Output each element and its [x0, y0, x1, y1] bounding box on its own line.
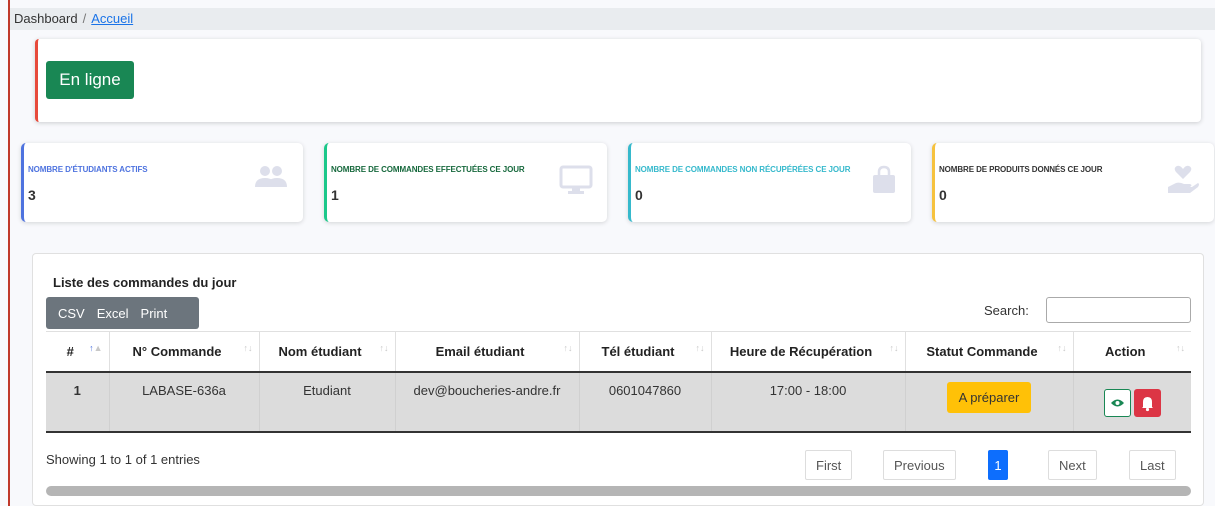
sort-icon: ↑↓	[1176, 343, 1185, 353]
stat-value: 0	[635, 187, 643, 203]
stat-value: 1	[331, 187, 339, 203]
table-info: Showing 1 to 1 of 1 entries	[46, 452, 200, 467]
pagination-first-button[interactable]: First	[805, 450, 853, 480]
stat-value: 3	[28, 187, 36, 203]
cell-email: dev@boucheries-andre.fr	[394, 371, 579, 433]
panel-title: Liste des commandes du jour	[53, 275, 237, 290]
sort-icon: ↑↓	[695, 343, 705, 353]
stat-label: NOMBRE DE PRODUITS DONNÉS CE JOUR	[939, 165, 1103, 174]
column-header-index[interactable]: # ↑▲	[46, 331, 109, 373]
orders-panel: Liste des commandes du jour CSV Excel Pr…	[32, 253, 1204, 506]
sort-icon: ↑↓	[243, 343, 253, 353]
pagination-previous-button[interactable]: Previous	[883, 450, 956, 480]
search-input[interactable]	[1046, 297, 1191, 323]
cell-order-status: A préparer	[904, 371, 1073, 433]
sort-icon: ↑↓	[889, 343, 899, 353]
print-button[interactable]: Print	[129, 297, 168, 329]
csv-export-button[interactable]: CSV	[46, 297, 85, 329]
column-header-order-number[interactable]: N° Commande ↑↓	[108, 331, 259, 373]
cell-student-name: Etudiant	[258, 371, 395, 433]
shopping-bag-icon	[871, 165, 897, 198]
table-row: 1 LABASE-636a Etudiant dev@boucheries-an…	[46, 371, 1191, 433]
eye-icon	[1110, 399, 1124, 406]
excel-export-button[interactable]: Excel	[85, 297, 129, 329]
status-badge[interactable]: A préparer	[946, 381, 1032, 413]
cell-index: 1	[46, 371, 109, 433]
stat-card-orders-today: NOMBRE DE COMMANDES EFFECTUÉES CE JOUR 1	[324, 143, 607, 222]
stat-card-unpicked-orders: NOMBRE DE COMMANDES NON RÉCUPÉRÉES CE JO…	[628, 143, 911, 222]
stat-label: NOMBRE DE COMMANDES EFFECTUÉES CE JOUR	[331, 165, 525, 174]
view-order-button[interactable]	[1103, 388, 1131, 417]
column-header-pickup-time[interactable]: Heure de Récupération ↑↓	[710, 331, 905, 373]
cell-pickup-time: 17:00 - 18:00	[710, 371, 905, 433]
cell-phone: 0601047860	[578, 371, 711, 433]
orders-table: # ↑▲ N° Commande ↑↓ Nom étudiant ↑↓ Email é…	[46, 331, 1191, 433]
export-button-group: CSV Excel Print	[46, 297, 199, 329]
bell-icon	[1141, 396, 1153, 411]
column-header-phone[interactable]: Tél étudiant ↑↓	[578, 331, 711, 373]
breadcrumb-root: Dashboard	[14, 11, 78, 26]
column-header-order-status[interactable]: Statut Commande ↑↓	[904, 331, 1073, 373]
stat-card-active-students: NOMBRE D'ÉTUDIANTS ACTIFS 3	[21, 143, 303, 222]
sort-icon: ↑↓	[563, 343, 573, 353]
pagination-last-button[interactable]: Last	[1129, 450, 1176, 480]
horizontal-scrollbar[interactable]	[46, 486, 1191, 496]
table-header-row: # ↑▲ N° Commande ↑↓ Nom étudiant ↑↓ Email é…	[46, 331, 1191, 373]
sort-asc-icon: ↑▲	[89, 343, 103, 353]
column-header-email[interactable]: Email étudiant ↑↓	[394, 331, 579, 373]
users-icon	[253, 165, 289, 192]
sort-icon: ↑↓	[379, 343, 389, 353]
left-accent-rule	[8, 0, 10, 506]
status-card: En ligne	[35, 39, 1201, 122]
pagination-page-1[interactable]: 1	[988, 450, 1008, 480]
stat-card-donated-products: NOMBRE DE PRODUITS DONNÉS CE JOUR 0	[932, 143, 1214, 222]
stat-value: 0	[939, 187, 947, 203]
column-header-action[interactable]: Action ↑↓	[1072, 331, 1191, 373]
sort-icon: ↑↓	[1057, 343, 1067, 353]
stat-label: NOMBRE DE COMMANDES NON RÉCUPÉRÉES CE JO…	[635, 165, 851, 174]
online-status-button[interactable]: En ligne	[46, 61, 134, 99]
stat-label: NOMBRE D'ÉTUDIANTS ACTIFS	[28, 165, 148, 174]
notify-student-button[interactable]	[1133, 388, 1161, 417]
search-label: Search:	[984, 303, 1029, 318]
pagination-next-button[interactable]: Next	[1048, 450, 1097, 480]
monitor-icon	[559, 165, 593, 198]
column-header-student-name[interactable]: Nom étudiant ↑↓	[258, 331, 395, 373]
cell-actions	[1072, 371, 1191, 433]
breadcrumb: Dashboard / Accueil	[10, 8, 1215, 30]
breadcrumb-separator: /	[82, 11, 87, 26]
cell-order-number: LABASE-636a	[108, 371, 259, 433]
breadcrumb-link-accueil[interactable]: Accueil	[91, 11, 133, 26]
hand-heart-icon	[1166, 165, 1200, 198]
